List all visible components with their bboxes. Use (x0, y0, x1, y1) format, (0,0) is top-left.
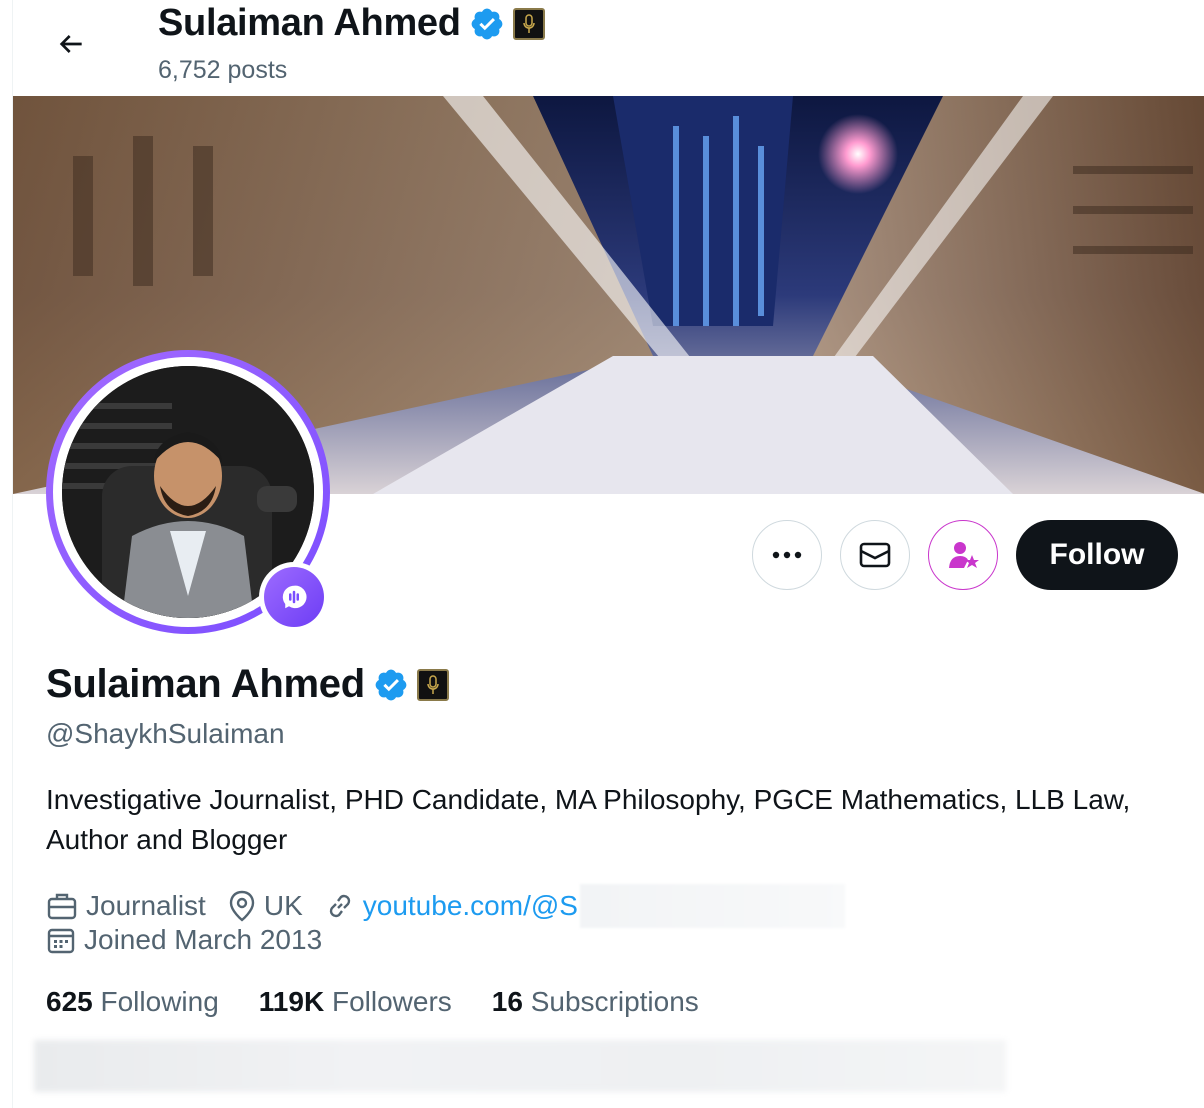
website-link[interactable]: youtube.com/@S (363, 890, 578, 922)
more-button[interactable] (752, 520, 822, 590)
verified-badge-icon[interactable] (373, 667, 409, 703)
back-button[interactable] (49, 22, 93, 66)
arrow-left-icon (59, 35, 82, 53)
mail-icon (859, 542, 891, 568)
profession-item: Journalist (46, 890, 206, 922)
profile-meta-row: Journalist UK youtube.com/@S (46, 884, 867, 928)
posts-count: 6,752 posts (158, 56, 288, 84)
subscribe-icon (949, 542, 979, 568)
verified-badge-icon (471, 8, 503, 39)
briefcase-icon (47, 893, 77, 920)
joined-row: Joined March 2013 (46, 924, 344, 956)
profile-display-name: Sulaiman Ahmed (46, 662, 365, 706)
following-stat[interactable]: 625 Following (46, 986, 219, 1018)
subscriptions-label: Subscriptions (530, 986, 699, 1017)
subscriptions-stat[interactable]: 16 Subscriptions (492, 986, 699, 1018)
profile-bio: Investigative Journalist, PHD Candidate,… (46, 784, 1131, 855)
subscribe-button[interactable] (928, 520, 998, 590)
profile-page: Sulaiman Ahmed 6,752 posts Follow Sulaim… (12, 0, 1204, 1108)
location-label: UK (263, 890, 303, 921)
profile-handle: @ShaykhSulaiman (46, 718, 285, 749)
following-label: Following (100, 986, 219, 1017)
header-display-name: Sulaiman Ahmed (158, 2, 461, 44)
spaces-badge[interactable] (259, 562, 329, 632)
redacted-followed-by (34, 1040, 1006, 1092)
message-button[interactable] (840, 520, 910, 590)
follow-button[interactable]: Follow (1016, 520, 1178, 590)
followers-stat[interactable]: 119K Followers (259, 986, 452, 1018)
spaces-icon (282, 585, 307, 609)
location-pin-icon (229, 890, 255, 922)
profile-name: Sulaiman Ahmed (46, 662, 449, 707)
joined-label: Joined March 2013 (84, 924, 323, 955)
profile-stats: 625 Following 119K Followers 16 Subscrip… (46, 986, 739, 1018)
profession-label: Journalist (86, 890, 206, 921)
following-count: 625 (46, 986, 93, 1017)
redacted-url (579, 884, 845, 928)
header-title: Sulaiman Ahmed (158, 2, 545, 45)
affiliate-badge-icon[interactable] (512, 7, 545, 40)
affiliate-badge-icon[interactable] (416, 668, 449, 701)
joined-item: Joined March 2013 (46, 924, 322, 956)
calendar-icon (47, 928, 75, 954)
followers-count: 119K (258, 986, 325, 1017)
location-item: UK (228, 890, 303, 922)
website-item[interactable]: youtube.com/@S (325, 884, 845, 928)
more-icon (772, 551, 802, 559)
followers-label: Followers (331, 986, 452, 1017)
subscriptions-count: 16 (491, 986, 523, 1017)
link-icon (329, 894, 350, 918)
